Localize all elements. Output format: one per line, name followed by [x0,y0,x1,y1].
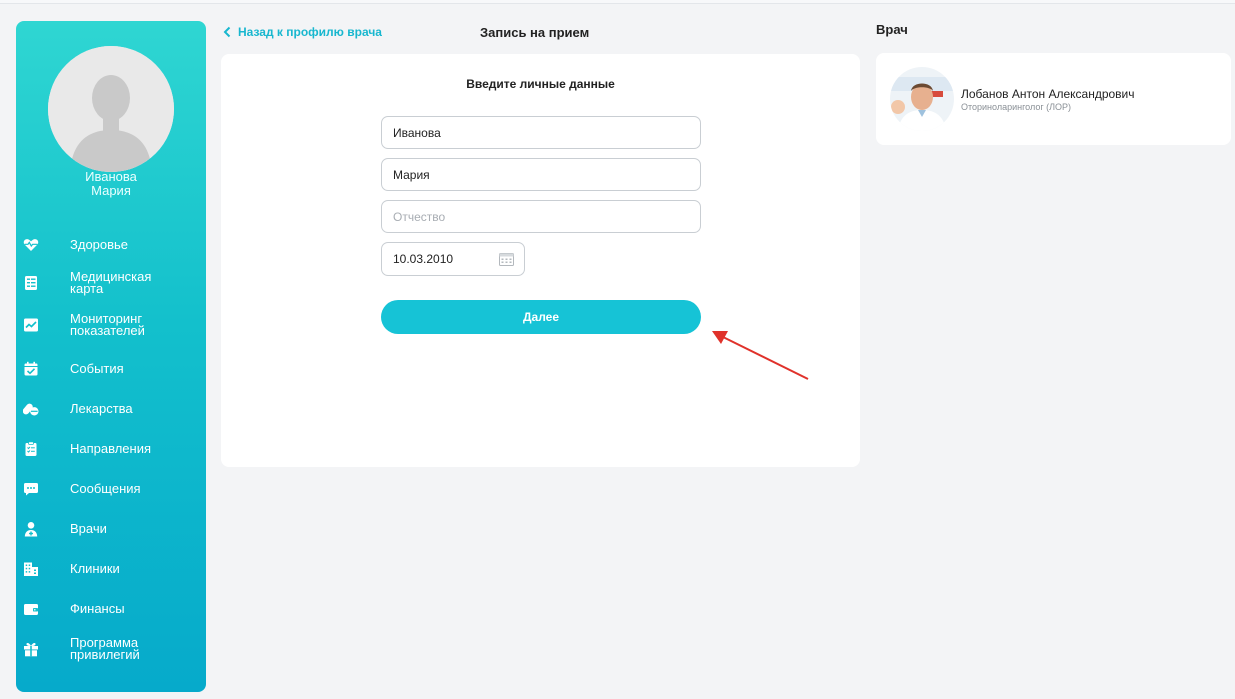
sidebar-item-events[interactable]: События [16,351,206,387]
page-title: Запись на прием [480,25,590,40]
gift-icon [23,641,39,657]
sidebar-item-label: Финансы [70,601,125,616]
sidebar-item-label: Медицинская карта [70,269,152,296]
doctor-card[interactable]: Лобанов Антон Александрович Оториноларин… [876,53,1231,145]
pills-icon [23,401,39,417]
back-to-doctor-link[interactable]: Назад к профилю врача [222,23,382,41]
sidebar-item-label: Лекарства [70,401,133,416]
doctor-specialty: Оториноларинголог (ЛОР) [961,102,1072,112]
clipboard-icon [23,441,39,457]
wallet-icon [23,601,39,617]
sidebar-item-label: Направления [70,441,152,456]
heart-pulse-icon [23,237,39,253]
next-button[interactable]: Далее [381,300,701,334]
doctor-photo [890,67,954,131]
birth-date-input[interactable]: 10.03.2010 [381,242,525,276]
sidebar-item-label: Здоровье [70,237,129,252]
patronymic-input[interactable] [381,200,701,233]
chat-icon [23,481,39,497]
sidebar-item-label: Программа привилегий [70,635,140,662]
user-avatar[interactable] [48,46,174,172]
sidebar-item-health[interactable]: Здоровье [16,227,206,263]
monitoring-chart-icon [23,317,39,333]
sidebar-item-label: Клиники [70,561,120,576]
sidebar-item-clinics[interactable]: Клиники [16,551,206,587]
back-link-label: Назад к профилю врача [238,25,382,39]
calendar-check-icon [23,361,39,377]
sidebar: Иванова Мария Здоровье Медицинская карта… [16,21,206,692]
sidebar-item-referrals[interactable]: Направления [16,431,206,467]
form-heading: Введите личные данные [466,77,615,91]
sidebar-item-monitoring[interactable]: Мониторинг показателей [16,305,206,345]
birth-date-value: 10.03.2010 [393,252,454,266]
last-name-input[interactable] [381,116,701,149]
medical-card-icon [23,275,39,291]
sidebar-item-medical-card[interactable]: Медицинская карта [16,263,206,303]
first-name-input[interactable] [381,158,701,191]
sidebar-item-label: События [70,361,124,376]
building-icon [23,561,39,577]
sidebar-item-privileges[interactable]: Программа привилегий [16,629,206,669]
sidebar-item-label: Сообщения [70,481,141,496]
sidebar-item-doctors[interactable]: Врачи [16,511,206,547]
doctor-icon [23,521,39,537]
sidebar-item-medicines[interactable]: Лекарства [16,391,206,427]
annotation-arrow [712,331,809,380]
doctor-name: Лобанов Антон Александрович [961,87,1135,101]
user-placeholder-icon [48,46,174,172]
chevron-left-icon [223,26,231,38]
personal-data-card: Введите личные данные 10.03.2010 Далее [221,54,860,467]
sidebar-item-finance[interactable]: Финансы [16,591,206,627]
top-bar [0,0,1235,4]
sidebar-item-messages[interactable]: Сообщения [16,471,206,507]
sidebar-item-label: Врачи [70,521,107,536]
sidebar-item-label: Мониторинг показателей [70,311,145,338]
doctor-section-title: Врач [876,22,908,37]
user-name: Иванова Мария [85,169,137,198]
calendar-icon[interactable] [499,252,514,266]
